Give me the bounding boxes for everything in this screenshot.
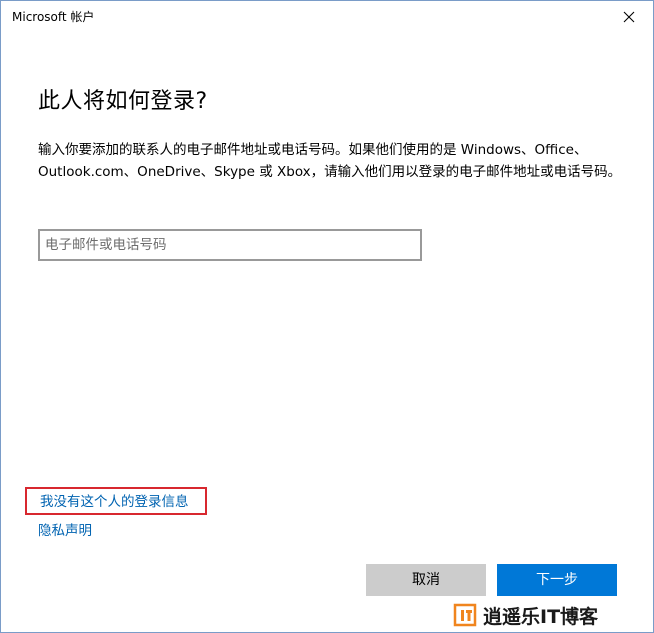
title-bar: Microsoft 帐户 [1,1,653,33]
page-title: 此人将如何登录? [38,89,208,114]
instructions-text: 输入你要添加的联系人的电子邮件地址或电话号码。如果他们使用的是 Windows、… [38,142,622,180]
no-signin-info-link[interactable]: 我没有这个人的登录信息 [40,493,189,511]
highlight-box: 我没有这个人的登录信息 [25,487,207,515]
close-icon [623,11,635,23]
cancel-button[interactable]: 取消 [366,564,486,596]
email-phone-input[interactable] [40,231,420,259]
next-button[interactable]: 下一步 [497,564,617,596]
email-phone-field[interactable] [38,229,422,261]
close-button[interactable] [619,7,639,27]
window-title: Microsoft 帐户 [12,10,95,24]
watermark-text: 逍遥乐IT博客 [483,605,599,628]
microsoft-account-dialog: Microsoft 帐户 此人将如何登录? 输入你要添加的联系人的电子邮件地址或… [0,0,654,633]
watermark-logo: 逍遥乐IT博客 [453,601,649,629]
privacy-statement-link[interactable]: 隐私声明 [38,522,92,540]
